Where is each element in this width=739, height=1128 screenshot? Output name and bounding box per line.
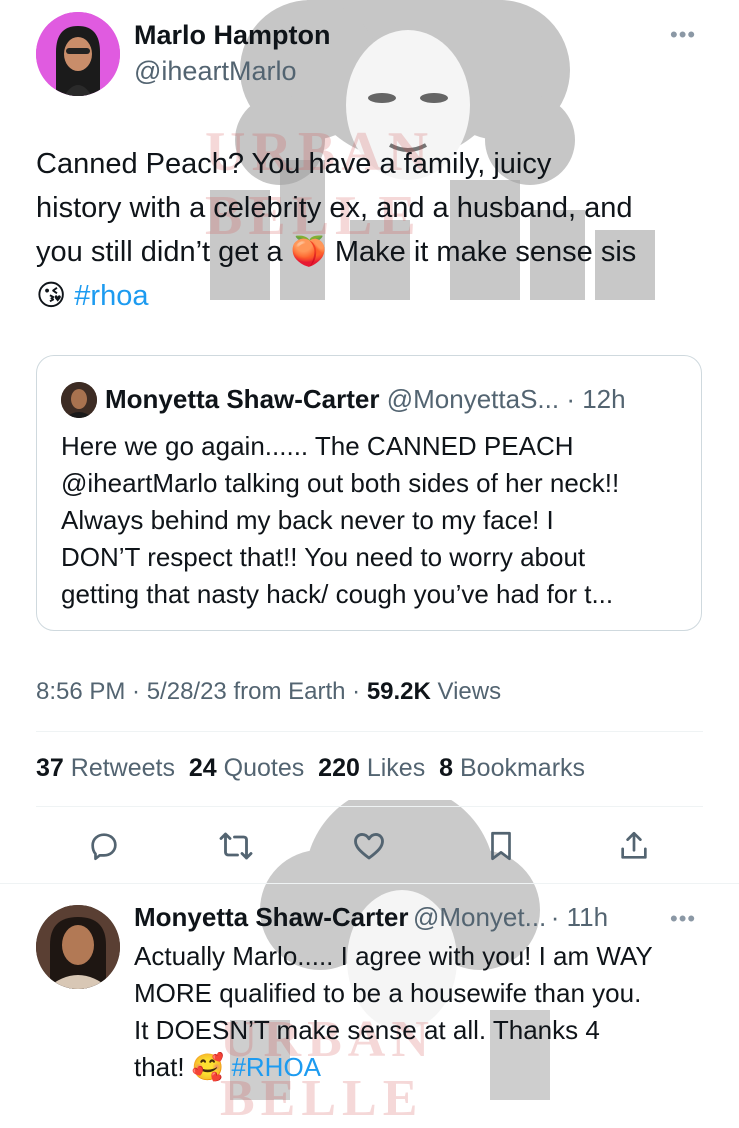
tweet-line-part: Make it make sense sis <box>334 236 637 268</box>
likes-label: Likes <box>366 754 426 782</box>
tweet-stats: 37 Retweets 24 Quotes 220 Likes 8 Bookma… <box>36 754 585 783</box>
divider <box>0 883 739 884</box>
bookmarks-stat[interactable]: 8 Bookmarks <box>439 754 585 782</box>
quoted-tweet[interactable]: Monyetta Shaw-Carter @MonyettaS... · 12h… <box>36 355 702 631</box>
tweet-line: Canned Peach? You have a family, juicy <box>36 148 552 180</box>
quoted-time: · 12h <box>566 384 626 414</box>
views-count: 59.2K <box>366 678 431 705</box>
bookmarks-count: 8 <box>439 754 454 782</box>
divider <box>36 806 703 807</box>
retweets-label: Retweets <box>70 754 175 782</box>
bookmark-icon[interactable] <box>481 826 521 866</box>
reply-line: Actually Marlo..... I agree with you! I … <box>134 941 653 971</box>
likes-count: 220 <box>318 754 360 782</box>
reply-time: · 11h <box>550 902 609 932</box>
reply-line: that! 🥰 #RHOA <box>134 1049 724 1086</box>
divider <box>36 731 703 732</box>
likes-stat[interactable]: 220 Likes <box>318 754 425 782</box>
share-icon[interactable] <box>614 826 654 866</box>
quoted-author-avatar[interactable] <box>61 382 97 418</box>
more-options-icon[interactable]: ••• <box>670 22 696 48</box>
quoted-header: Monyetta Shaw-Carter @MonyettaS... · 12h <box>105 384 626 415</box>
smiling-hearts-emoji: 🥰 <box>191 1052 225 1082</box>
quoted-line: getting that nasty hack/ cough you’ve ha… <box>61 579 614 609</box>
author-avatar[interactable] <box>36 12 120 96</box>
views-label: Views <box>430 678 502 705</box>
reply-icon[interactable] <box>84 826 124 866</box>
quoted-line: Always behind my back never to my face! … <box>61 505 554 535</box>
author-name[interactable]: Marlo Hampton <box>134 20 331 51</box>
reply-line-part: that! <box>134 1052 185 1082</box>
tweet-line: history with a celebrity ex, and a husba… <box>36 192 633 224</box>
retweets-count: 37 <box>36 754 64 782</box>
reply-more-options-icon[interactable]: ••• <box>670 906 696 932</box>
quoted-author-handle[interactable]: @MonyettaS... <box>387 384 559 414</box>
hashtag-link[interactable]: #rhoa <box>74 280 148 312</box>
peach-emoji: 🍑 <box>290 236 327 268</box>
quoted-line: @iheartMarlo talking out both sides of h… <box>61 468 620 498</box>
quotes-stat[interactable]: 24 Quotes <box>189 754 304 782</box>
reply-author-name[interactable]: Monyetta Shaw-Carter <box>134 902 409 932</box>
quoted-line: Here we go again...... The CANNED PEACH <box>61 431 574 461</box>
reply-line: It DOESN’T make sense at all. Thanks 4 <box>134 1015 600 1045</box>
quoted-line: DON’T respect that!! You need to worry a… <box>61 542 586 572</box>
tweet-line: you still didn’t get a 🍑 Make it make se… <box>36 230 716 274</box>
quoted-author-name[interactable]: Monyetta Shaw-Carter <box>105 384 380 414</box>
tweet-meta: 8:56 PM · 5/28/23 from Earth · 59.2K Vie… <box>36 678 501 706</box>
tweet-line-part: you still didn’t get a <box>36 236 283 268</box>
reply-header: Monyetta Shaw-Carter @Monyet... · 11h <box>134 902 608 933</box>
quoted-text: Here we go again...... The CANNED PEACH … <box>61 428 691 613</box>
tweet-line: 😘 #rhoa <box>36 274 716 318</box>
reply-line: MORE qualified to be a housewife than yo… <box>134 978 642 1008</box>
quotes-count: 24 <box>188 754 217 782</box>
reply-hashtag-link[interactable]: #RHOA <box>231 1052 321 1082</box>
quotes-label: Quotes <box>223 754 305 782</box>
tweet-timestamp[interactable]: 8:56 PM · 5/28/23 from Earth · <box>36 678 367 705</box>
bookmarks-label: Bookmarks <box>459 754 586 782</box>
tweet-text: Canned Peach? You have a family, juicy h… <box>36 142 716 318</box>
kiss-emoji: 😘 <box>36 280 67 312</box>
author-handle[interactable]: @iheartMarlo <box>134 56 296 87</box>
reply-author-avatar[interactable] <box>36 905 120 989</box>
like-icon[interactable] <box>349 826 389 866</box>
retweets-stat[interactable]: 37 Retweets <box>36 754 175 782</box>
reply-text: Actually Marlo..... I agree with you! I … <box>134 938 724 1086</box>
retweet-icon[interactable] <box>216 826 256 866</box>
reply-author-handle[interactable]: @Monyet... <box>413 902 546 932</box>
